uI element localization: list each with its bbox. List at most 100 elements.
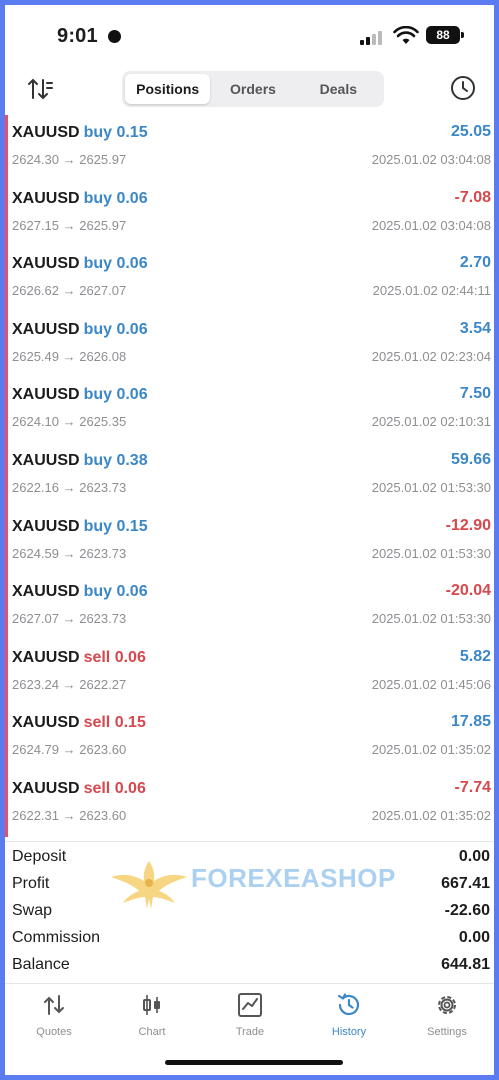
deal-row[interactable]: XAUUSD buy 0.15 2624.30 → 2625.97 25.05 2…: [5, 115, 494, 181]
deal-row[interactable]: XAUUSD sell 0.06 2622.31 → 2623.60 -7.74 …: [5, 771, 494, 837]
deal-symbol: XAUUSD: [12, 386, 80, 404]
deal-date: 2025.01.02 02:10:31: [371, 414, 491, 430]
deal-date: 2025.01.02 02:23:04: [371, 348, 491, 364]
deal-prices: 2624.59 → 2623.73: [12, 545, 127, 561]
history-icon: [337, 993, 360, 1016]
deal-prices: 2622.31 → 2623.60: [12, 807, 127, 823]
deal-row[interactable]: XAUUSD buy 0.06 2625.49 → 2626.08 3.54 20…: [5, 312, 494, 378]
summary-label: Commission: [12, 929, 101, 946]
deal-prices: 2624.10 → 2625.35: [12, 414, 127, 430]
app-screen: 9:01 88 Positions Orders Deals XAUUSD bu…: [5, 5, 494, 1075]
tab-label: Trade: [235, 1026, 265, 1038]
deal-prices: 2622.16 → 2623.73: [12, 479, 127, 495]
summary-row-commission: Commission 0.00: [12, 926, 490, 952]
deal-profit: 7.50: [459, 385, 491, 403]
tab-label: History: [331, 1026, 367, 1038]
quotes-icon: [44, 995, 64, 1015]
deal-side: sell 0.15: [83, 714, 146, 732]
deal-symbol: XAUUSD: [12, 320, 80, 338]
deal-symbol: XAUUSD: [12, 124, 80, 141]
deal-profit: -12.90: [445, 516, 491, 534]
deal-symbol: XAUUSD: [12, 714, 80, 732]
tab-trade[interactable]: Trade: [205, 992, 295, 1038]
deal-date: 2025.01.02 03:04:08: [371, 152, 491, 167]
tab-deals[interactable]: Deals: [296, 74, 381, 104]
deal-row[interactable]: XAUUSD buy 0.06 2624.10 → 2625.35 7.50 20…: [5, 377, 494, 443]
deal-side: buy 0.06: [83, 255, 148, 273]
wifi-icon: [393, 26, 419, 44]
summary-label: Swap: [12, 902, 53, 919]
tab-label: Quotes: [36, 1026, 72, 1038]
deal-prices: 2627.07 → 2623.73: [12, 611, 127, 627]
deal-date: 2025.01.02 01:35:02: [371, 742, 491, 758]
deal-profit: -7.74: [454, 778, 491, 796]
deal-profit: 17.85: [450, 713, 491, 731]
deal-date: 2025.01.02 03:04:08: [371, 217, 491, 233]
deal-side: buy 0.06: [83, 386, 148, 404]
chart-icon: [143, 995, 160, 1015]
tab-positions[interactable]: Positions: [125, 74, 211, 104]
deal-side: buy 0.06: [83, 583, 148, 601]
summary-value: 644.81: [441, 956, 490, 973]
deal-profit: 3.54: [459, 319, 491, 337]
settings-icon: [438, 996, 456, 1014]
deal-date: 2025.01.02 01:45:06: [371, 676, 491, 692]
deal-side: buy 0.06: [83, 189, 148, 207]
deal-row[interactable]: XAUUSD buy 0.06 2626.62 → 2627.07 2.70 20…: [5, 246, 494, 312]
home-indicator[interactable]: [165, 1060, 343, 1065]
deal-profit: 59.66: [450, 450, 491, 468]
cellular-signal-icon: [360, 29, 384, 45]
deal-symbol: XAUUSD: [12, 255, 80, 273]
deal-prices: 2624.30 → 2625.97: [12, 152, 127, 167]
deal-side: buy 0.06: [83, 320, 148, 338]
deal-prices: 2623.24 → 2622.27: [12, 676, 127, 692]
deal-date: 2025.01.02 01:53:30: [371, 545, 491, 561]
deal-row[interactable]: XAUUSD sell 0.06 2623.24 → 2622.27 5.82 2…: [5, 640, 494, 706]
deal-row[interactable]: XAUUSD sell 0.15 2624.79 → 2623.60 17.85 …: [5, 705, 494, 771]
sort-icon[interactable]: [25, 75, 55, 103]
summary-label: Deposit: [12, 848, 67, 865]
tab-chart[interactable]: Chart: [107, 992, 197, 1038]
deal-side: buy 0.15: [83, 124, 148, 141]
deal-date: 2025.01.02 01:53:30: [371, 479, 491, 495]
deal-symbol: XAUUSD: [12, 583, 80, 601]
deal-symbol: XAUUSD: [12, 189, 80, 207]
summary-divider: [5, 841, 494, 842]
deal-row[interactable]: XAUUSD buy 0.06 2627.15 → 2625.97 -7.08 2…: [5, 181, 494, 247]
deal-row[interactable]: XAUUSD buy 0.15 2624.59 → 2623.73 -12.90 …: [5, 509, 494, 575]
deal-row[interactable]: XAUUSD buy 0.38 2622.16 → 2623.73 59.66 2…: [5, 443, 494, 509]
deal-prices: 2625.49 → 2626.08: [12, 348, 127, 364]
deal-symbol: XAUUSD: [12, 648, 80, 666]
tab-quotes[interactable]: Quotes: [9, 992, 99, 1038]
deal-side: sell 0.06: [83, 648, 146, 666]
tab-history[interactable]: History: [304, 992, 394, 1038]
trade-icon: [238, 993, 262, 1017]
deal-profit: 2.70: [459, 254, 491, 272]
deal-symbol: XAUUSD: [12, 451, 80, 469]
recording-dot-icon: [108, 30, 121, 43]
deal-row[interactable]: XAUUSD buy 0.06 2627.07 → 2623.73 -20.04 …: [5, 574, 494, 640]
deal-profit: 5.82: [459, 647, 491, 665]
summary-value: 0.00: [458, 929, 490, 946]
summary-row-balance: Balance 644.81: [12, 953, 490, 979]
deal-date: 2025.01.02 01:35:02: [371, 807, 491, 823]
status-time: 9:01: [57, 25, 98, 47]
deal-prices: 2626.62 → 2627.07: [12, 283, 127, 299]
tab-orders[interactable]: Orders: [210, 74, 295, 104]
deal-side: buy 0.38: [83, 451, 148, 469]
history-toolbar: Positions Orders Deals: [5, 67, 494, 111]
deal-prices: 2624.79 → 2623.60: [12, 742, 127, 758]
tab-label: Settings: [427, 1026, 467, 1038]
deal-profit: -20.04: [445, 582, 491, 600]
battery-indicator: 88: [426, 26, 464, 44]
summary-label: Balance: [12, 956, 70, 973]
tab-label: Chart: [138, 1026, 166, 1038]
summary-value: 667.41: [441, 875, 490, 892]
deal-symbol: XAUUSD: [12, 779, 80, 797]
deal-symbol: XAUUSD: [12, 517, 80, 535]
tab-settings[interactable]: Settings: [402, 992, 492, 1038]
segmented-control: Positions Orders Deals: [122, 71, 384, 107]
clock-icon[interactable]: [449, 74, 477, 102]
watermark-text: FOREXEASHOP: [191, 863, 396, 893]
deal-date: 2025.01.02 02:44:11: [372, 283, 491, 299]
